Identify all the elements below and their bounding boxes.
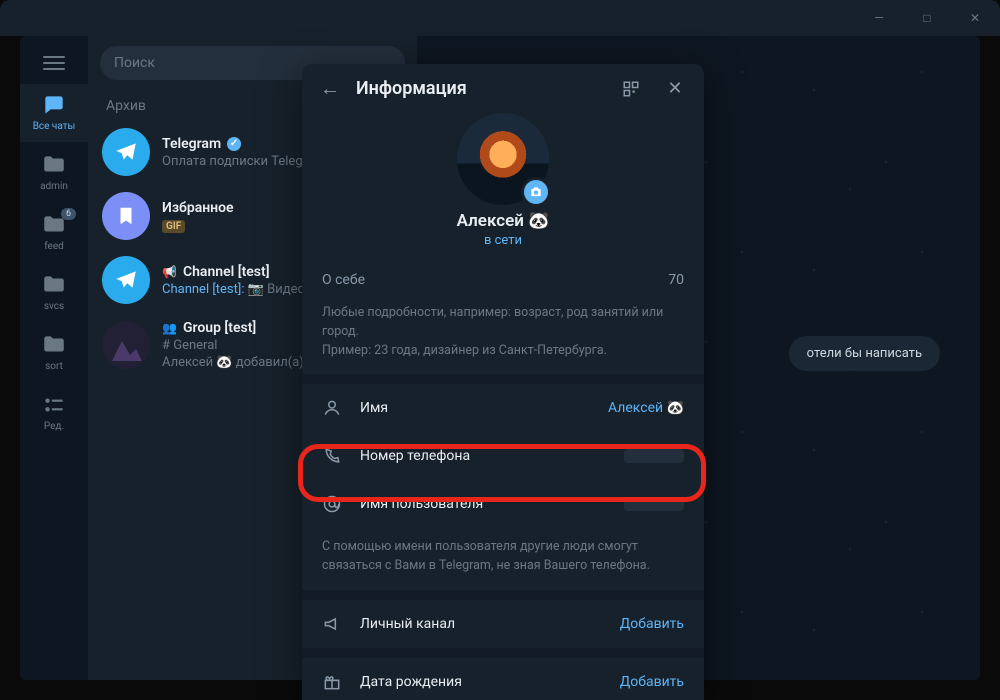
person-icon: [322, 398, 344, 418]
rail-item-feed[interactable]: 6 feed: [20, 204, 88, 262]
divider: [302, 590, 704, 600]
row-label: Имя: [360, 400, 592, 416]
phone-row[interactable]: Номер телефона: [302, 432, 704, 480]
row-value-hidden: [624, 449, 684, 463]
username-hint: С помощью имени пользователя другие люди…: [302, 528, 704, 590]
chat-sub-prefix: Channel [test]:: [162, 282, 244, 297]
row-action: Добавить: [620, 674, 684, 690]
gift-icon: [322, 672, 344, 692]
menu-icon[interactable]: [43, 62, 65, 64]
birthday-row[interactable]: Дата рождения Добавить: [302, 658, 704, 700]
camera-icon: [529, 185, 543, 199]
bio-hint: Любые подробности, например: возраст, ро…: [302, 294, 704, 374]
avatar: [102, 256, 150, 304]
chat-title: Group [test]: [183, 320, 256, 336]
row-value-hidden: [624, 497, 684, 511]
divider: [302, 374, 704, 384]
rail-item-admin[interactable]: admin: [20, 144, 88, 202]
row-label: Дата рождения: [360, 674, 604, 690]
rail-item-svcs[interactable]: svcs: [20, 264, 88, 322]
verified-icon: ✓: [227, 137, 241, 151]
row-label: Личный канал: [360, 616, 604, 632]
rail-item-label: svcs: [20, 301, 88, 312]
avatar: [102, 128, 150, 176]
chats-icon: [41, 92, 67, 118]
profile-info-panel: ← Информация ✕ Алексей 🐼 в сети О себе 7…: [302, 64, 704, 700]
chat-title: Избранное: [162, 200, 234, 216]
rail-item-label: Все чаты: [20, 121, 88, 132]
rail-item-label: sort: [20, 361, 88, 372]
at-icon: [322, 494, 344, 514]
panel-title: Информация: [356, 78, 608, 99]
group-icon: 👥: [162, 321, 177, 335]
search-placeholder: Поиск: [114, 55, 155, 71]
folder-rail: Все чаты admin 6 feed svcs sort Ред.: [20, 36, 88, 680]
channel-row[interactable]: Личный канал Добавить: [302, 600, 704, 648]
bookmark-icon: [115, 205, 137, 227]
avatar: [102, 321, 150, 369]
window-close-button[interactable]: ✕: [958, 4, 992, 32]
row-action: Добавить: [620, 616, 684, 632]
bio-count: 70: [668, 272, 684, 288]
rail-item-edit[interactable]: Ред.: [20, 384, 88, 442]
megaphone-icon: [322, 614, 344, 634]
username-row[interactable]: Имя пользователя: [302, 480, 704, 528]
rail-badge: 6: [61, 208, 76, 220]
telegram-icon: [113, 139, 139, 165]
window-minimize-button[interactable]: —: [862, 4, 896, 32]
phone-icon: [322, 446, 344, 466]
row-label: Имя пользователя: [360, 496, 608, 512]
window-titlebar: — □ ✕: [0, 0, 1000, 36]
chat-title: Channel [test]: [183, 264, 270, 280]
change-photo-button[interactable]: [521, 177, 551, 207]
close-button[interactable]: ✕: [662, 78, 688, 99]
back-button[interactable]: ←: [318, 76, 342, 101]
qr-button[interactable]: [622, 80, 648, 98]
name-row[interactable]: Имя Алексей 🐼: [302, 384, 704, 432]
row-value: Алексей 🐼: [608, 400, 684, 416]
empty-placeholder: отели бы написать: [789, 336, 940, 371]
telegram-icon: [113, 267, 139, 293]
bio-label: О себе: [322, 272, 365, 288]
folder-icon: [41, 272, 67, 298]
window-maximize-button[interactable]: □: [910, 4, 944, 32]
profile-name: Алексей 🐼: [302, 211, 704, 231]
rail-item-sort[interactable]: sort: [20, 324, 88, 382]
rail-item-all-chats[interactable]: Все чаты: [20, 84, 88, 142]
bio-row[interactable]: О себе 70: [302, 258, 704, 294]
gif-badge: GIF: [162, 220, 185, 233]
row-label: Номер телефона: [360, 448, 608, 464]
profile-avatar[interactable]: [457, 113, 549, 205]
divider: [302, 648, 704, 658]
megaphone-icon: 📢: [162, 265, 177, 279]
rail-item-label: admin: [20, 181, 88, 192]
folder-icon: [41, 152, 67, 178]
qr-icon: [622, 80, 640, 98]
profile-status: в сети: [302, 233, 704, 248]
rail-item-label: feed: [20, 241, 88, 252]
avatar: [102, 192, 150, 240]
chat-title: Telegram: [162, 136, 221, 152]
edit-icon: [41, 392, 67, 418]
rail-item-label: Ред.: [20, 421, 88, 432]
folder-icon: [41, 332, 67, 358]
